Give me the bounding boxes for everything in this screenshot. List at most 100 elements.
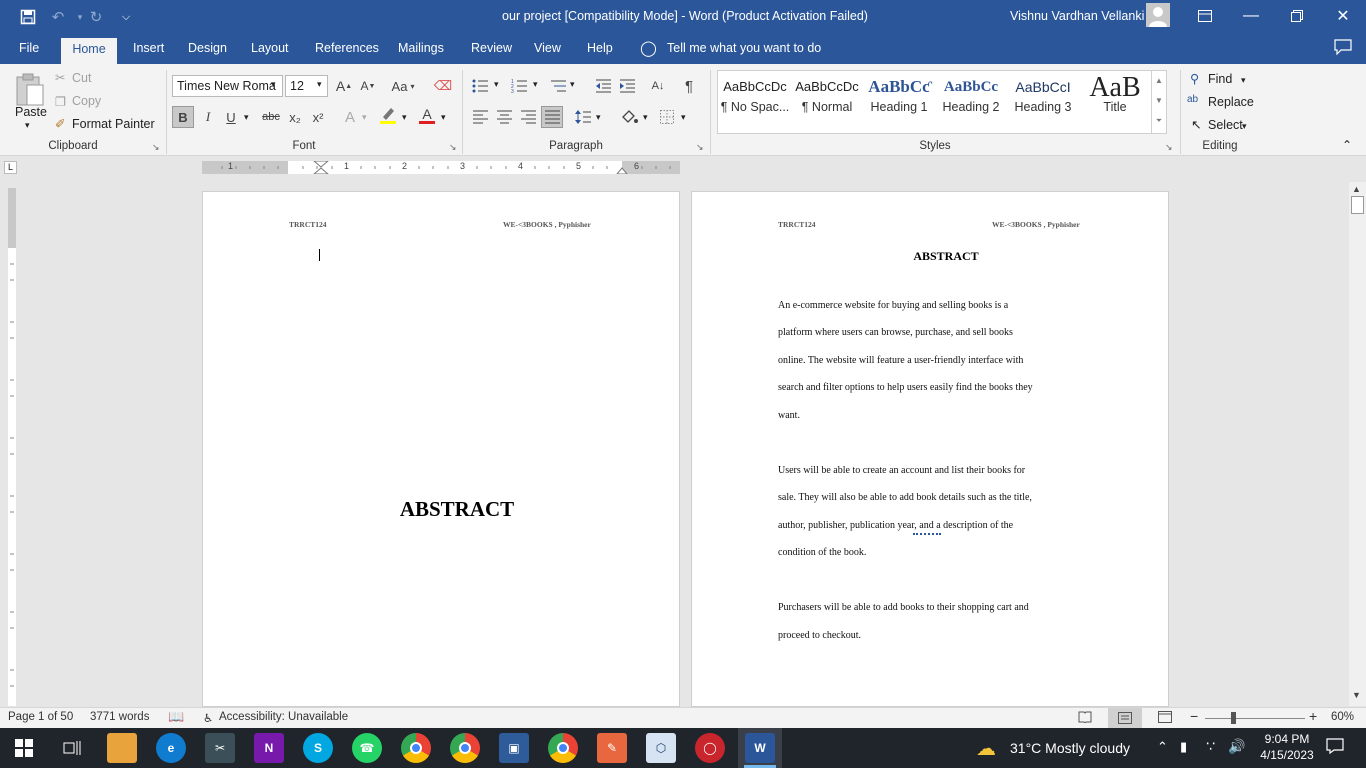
- horizontal-ruler[interactable]: 1 1 2 3 4 5 6: [202, 161, 680, 174]
- clear-formatting-icon[interactable]: ⌫: [432, 75, 454, 97]
- file-explorer-icon[interactable]: [107, 733, 137, 763]
- notifications-icon[interactable]: [1326, 738, 1344, 757]
- windows-start-icon[interactable]: [9, 733, 39, 763]
- vertical-scrollbar[interactable]: ▲ ▼: [1349, 182, 1366, 706]
- find-dropdown-icon[interactable]: ▾: [1241, 75, 1246, 86]
- style-heading-2[interactable]: AaBbCc Heading 2: [935, 74, 1007, 128]
- shading-icon[interactable]: [618, 106, 640, 128]
- tab-file[interactable]: File: [19, 41, 39, 55]
- whatsapp-icon[interactable]: ☎: [352, 733, 382, 763]
- page-count[interactable]: Page 1 of 50: [8, 711, 73, 723]
- sort-icon[interactable]: A↓: [647, 75, 669, 97]
- format-painter-button[interactable]: Format Painter: [72, 117, 155, 131]
- bullets-icon[interactable]: [469, 75, 491, 97]
- line-spacing-icon[interactable]: [572, 106, 594, 128]
- skype-icon[interactable]: S: [303, 733, 333, 763]
- web-layout-icon[interactable]: [1158, 711, 1172, 726]
- chrome-user-icon[interactable]: [548, 733, 578, 763]
- tab-insert[interactable]: Insert: [133, 41, 164, 55]
- select-button[interactable]: Select: [1208, 118, 1243, 132]
- read-mode-icon[interactable]: [1078, 711, 1092, 726]
- proofing-icon[interactable]: 📖: [168, 709, 184, 725]
- numbering-dropdown-icon[interactable]: ▾: [533, 79, 538, 90]
- select-dropdown-icon[interactable]: ▾: [1242, 121, 1247, 132]
- zoom-level[interactable]: 60%: [1331, 711, 1354, 723]
- line-spacing-dropdown-icon[interactable]: ▾: [596, 112, 601, 123]
- find-icon[interactable]: ⚲: [1190, 71, 1199, 86]
- shading-dropdown-icon[interactable]: ▾: [643, 112, 648, 123]
- cut-button[interactable]: Cut: [72, 71, 91, 85]
- shrink-font-icon[interactable]: A ▼: [357, 75, 379, 97]
- decrease-indent-icon[interactable]: [592, 75, 614, 97]
- ribbon-display-options-icon[interactable]: [1182, 0, 1228, 32]
- volume-icon[interactable]: 🔊: [1228, 738, 1245, 755]
- collapse-ribbon-icon[interactable]: ⌃: [1342, 138, 1352, 152]
- save-icon[interactable]: [14, 6, 42, 28]
- borders-icon[interactable]: [656, 106, 678, 128]
- minimize-icon[interactable]: —: [1228, 0, 1274, 32]
- virtualbox-icon[interactable]: ⬡: [646, 733, 676, 763]
- styles-more-icon[interactable]: ⏷: [1152, 111, 1166, 131]
- clipboard-launcher-icon[interactable]: ↘: [152, 142, 160, 153]
- word-taskbar-button[interactable]: W: [738, 728, 782, 768]
- scroll-down-icon[interactable]: ▼: [1352, 690, 1361, 700]
- style-normal[interactable]: AaBbCcDc ¶ Normal: [791, 74, 863, 128]
- font-size-dropdown-icon[interactable]: ▾: [317, 79, 322, 90]
- accessibility-status[interactable]: Accessibility: Unavailable: [219, 711, 348, 723]
- zoom-in-button[interactable]: +: [1309, 708, 1317, 724]
- accessibility-icon[interactable]: ♿: [203, 711, 213, 725]
- document-page-1[interactable]: TRRCT124 WE-<3BOOKS , Pyphisher ABSTRACT: [202, 191, 680, 707]
- redo-icon[interactable]: ↻: [82, 6, 110, 28]
- chrome-icon[interactable]: [401, 733, 431, 763]
- font-launcher-icon[interactable]: ↘: [449, 142, 457, 153]
- font-color-icon[interactable]: A: [416, 104, 438, 126]
- align-left-icon[interactable]: [469, 106, 491, 128]
- styles-launcher-icon[interactable]: ↘: [1165, 142, 1173, 153]
- weather-icon[interactable]: ☁: [976, 736, 996, 761]
- multilevel-dropdown-icon[interactable]: ▾: [570, 79, 575, 90]
- font-color-dropdown-icon[interactable]: ▾: [441, 112, 446, 123]
- zoom-out-button[interactable]: −: [1190, 708, 1198, 724]
- subscript-button[interactable]: x₂: [284, 106, 306, 128]
- user-name[interactable]: Vishnu Vardhan Vellanki: [1010, 9, 1144, 23]
- zoom-slider-thumb[interactable]: [1231, 712, 1236, 724]
- paste-dropdown-icon[interactable]: ▾: [25, 120, 30, 131]
- highlight-dropdown-icon[interactable]: ▾: [402, 112, 407, 123]
- chrome-profile-icon[interactable]: [450, 733, 480, 763]
- tab-layout[interactable]: Layout: [251, 41, 289, 55]
- clock-date[interactable]: 4/15/2023: [1252, 748, 1322, 762]
- multilevel-list-icon[interactable]: [547, 75, 569, 97]
- clipboard-paste-icon[interactable]: [14, 70, 46, 110]
- numbering-icon[interactable]: 123: [508, 75, 530, 97]
- zoom-slider-track[interactable]: [1205, 718, 1305, 719]
- scroll-thumb[interactable]: [1351, 196, 1364, 214]
- task-view-icon[interactable]: [57, 733, 87, 763]
- vertical-ruler[interactable]: [8, 188, 16, 706]
- copy-button[interactable]: Copy: [72, 94, 101, 108]
- cut-icon[interactable]: ✂: [55, 70, 65, 85]
- customize-qat-icon[interactable]: ⌵: [112, 6, 140, 28]
- style-no-spacing[interactable]: AaBbCcDc ¶ No Spac...: [719, 74, 791, 128]
- tab-mailings[interactable]: Mailings: [398, 41, 444, 55]
- wifi-icon[interactable]: ∵: [1206, 738, 1215, 755]
- align-center-icon[interactable]: [493, 106, 515, 128]
- tab-references[interactable]: References: [315, 41, 379, 55]
- show-formatting-marks-icon[interactable]: ¶: [678, 75, 700, 97]
- styles-scroll-up-icon[interactable]: ▲: [1152, 71, 1166, 91]
- underline-dropdown-icon[interactable]: ▾: [244, 112, 249, 123]
- style-heading-1[interactable]: AaBbCƈ Heading 1: [863, 74, 935, 128]
- replace-button[interactable]: Replace: [1208, 95, 1254, 109]
- comments-icon[interactable]: [1334, 39, 1352, 58]
- italic-button[interactable]: I: [197, 106, 219, 128]
- bullets-dropdown-icon[interactable]: ▾: [494, 79, 499, 90]
- strikethrough-button[interactable]: abc: [260, 106, 282, 128]
- font-family-dropdown-icon[interactable]: ▾: [271, 79, 276, 90]
- media-app-icon[interactable]: ◯: [695, 733, 725, 763]
- increase-indent-icon[interactable]: [616, 75, 638, 97]
- change-case-icon[interactable]: Aa ▾: [388, 75, 418, 97]
- borders-dropdown-icon[interactable]: ▾: [681, 112, 686, 123]
- select-icon[interactable]: ↖: [1191, 117, 1201, 132]
- network-app-icon[interactable]: ▣: [499, 733, 529, 763]
- tab-home[interactable]: Home: [61, 38, 117, 64]
- format-painter-icon[interactable]: ✐: [55, 116, 65, 131]
